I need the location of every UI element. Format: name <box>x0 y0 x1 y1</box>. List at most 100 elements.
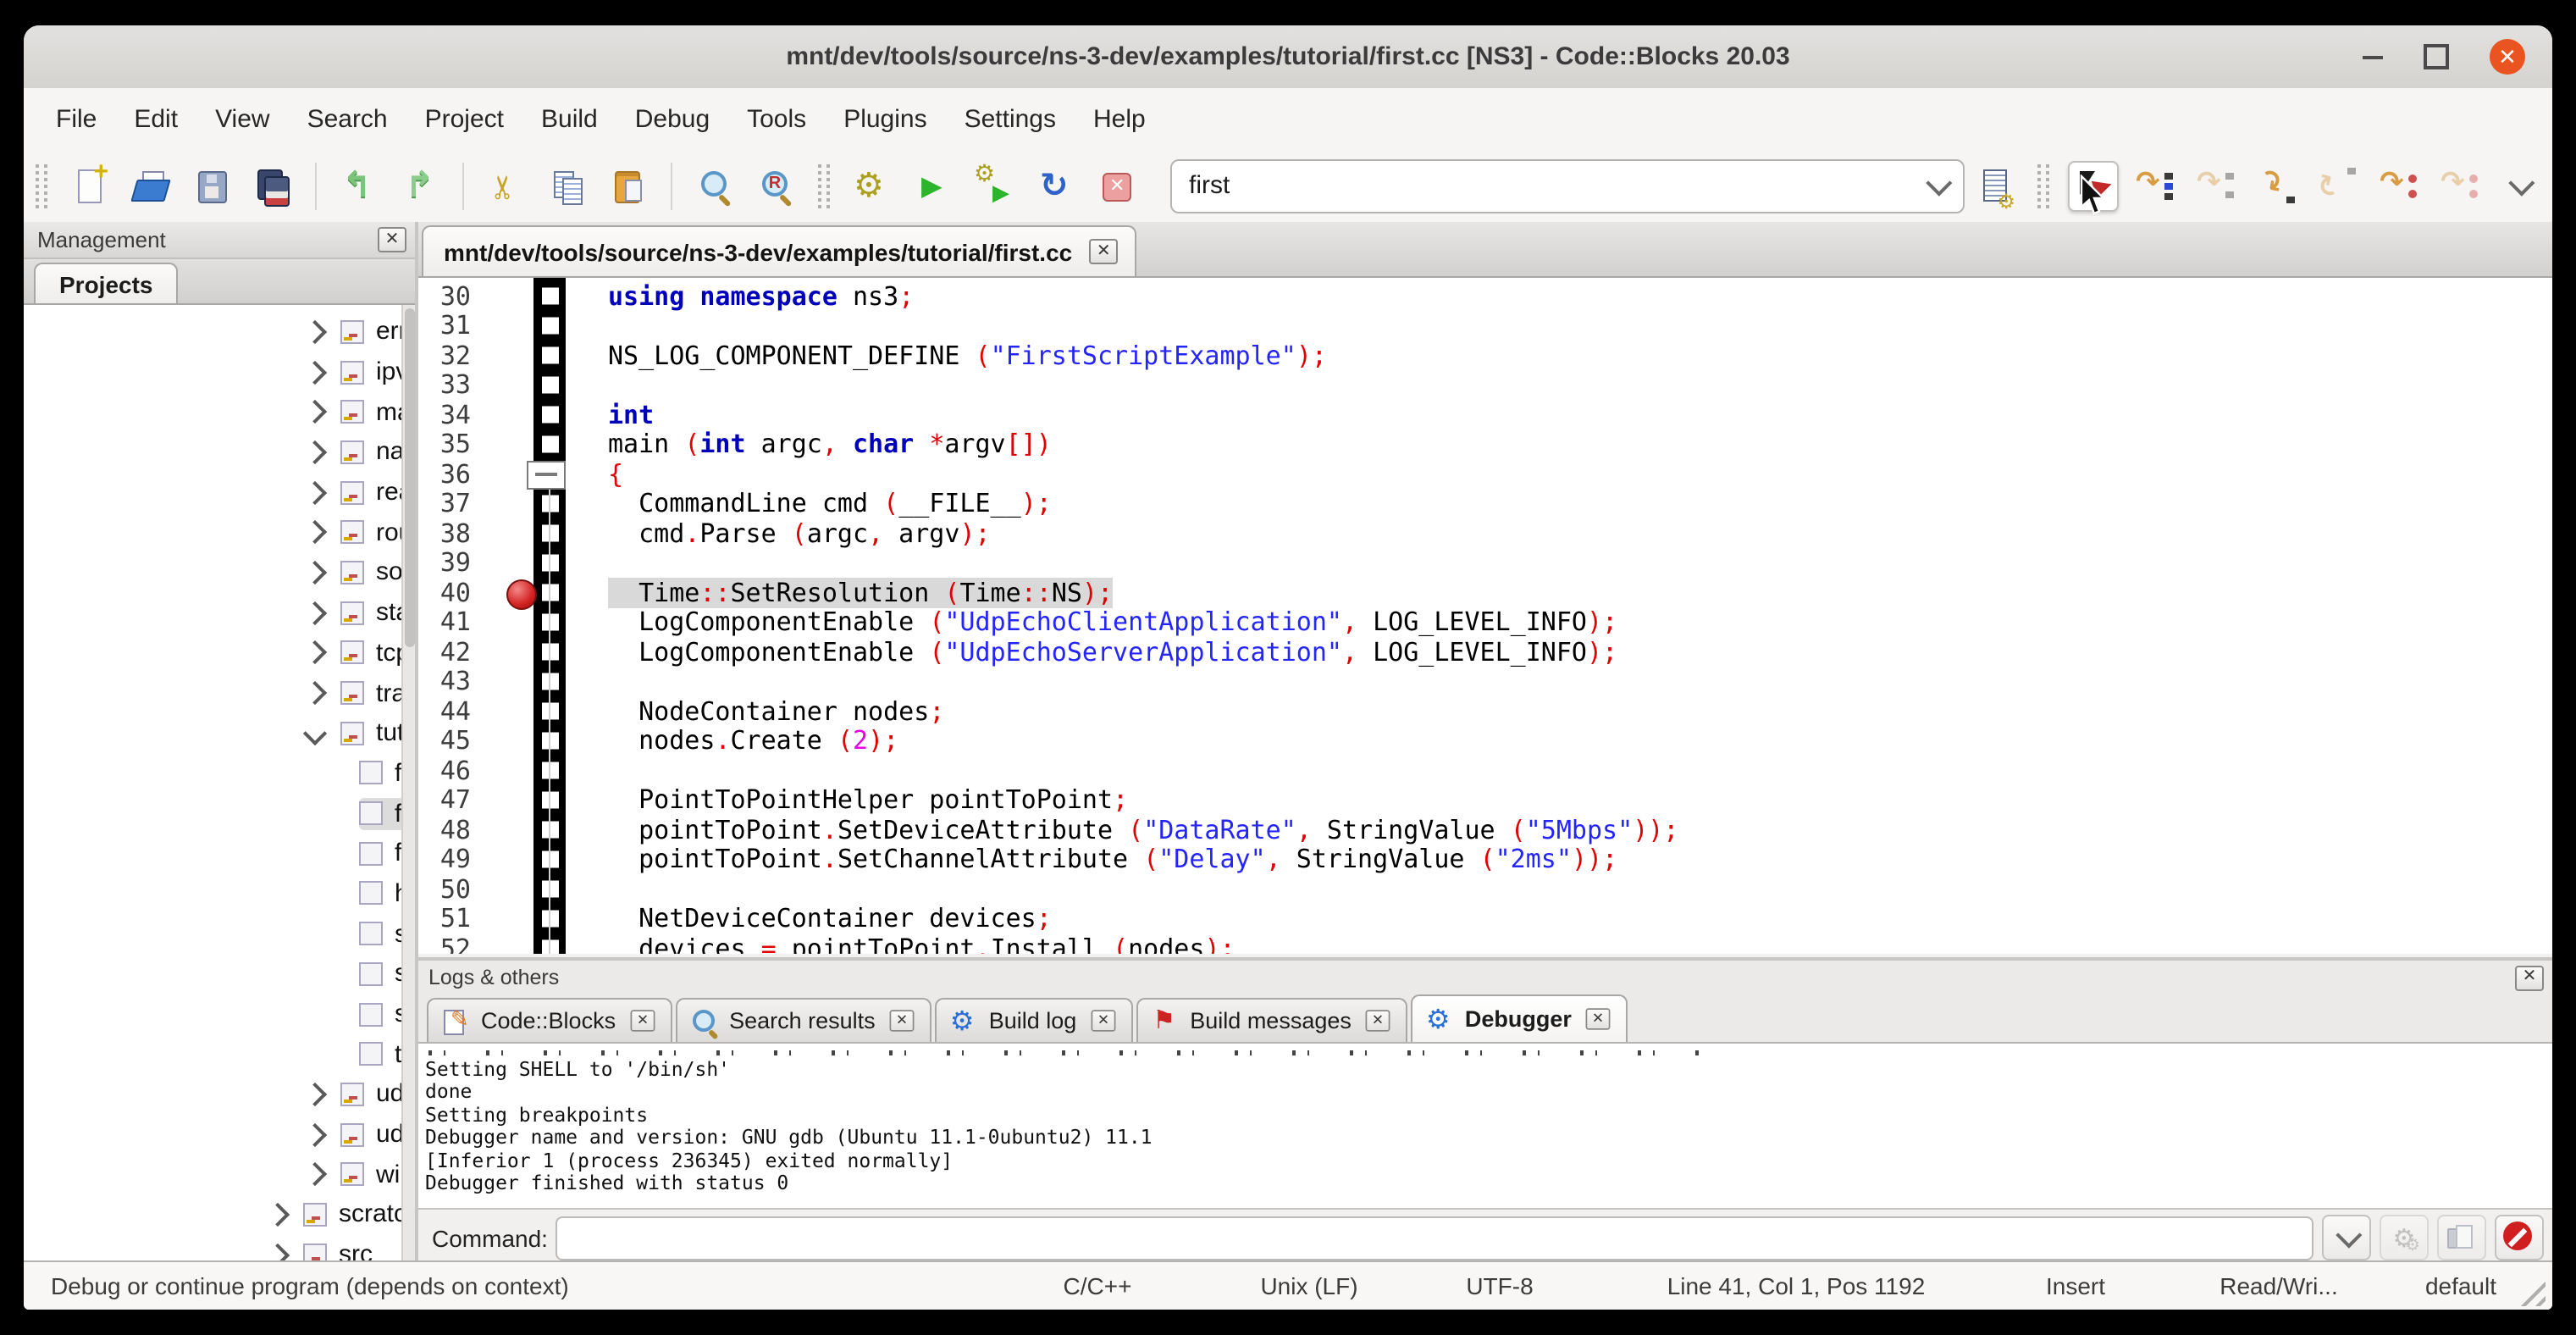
tree-item-scratch[interactable]: scratch <box>24 1194 403 1234</box>
tree-scrollbar[interactable] <box>401 305 415 1262</box>
close-icon[interactable]: ✕ <box>378 227 406 252</box>
command-history-button[interactable] <box>2322 1215 2371 1260</box>
code-line-51[interactable]: 51 NetDeviceContainer devices; <box>418 904 2552 933</box>
code-line-33[interactable]: 33 <box>418 370 2552 400</box>
chevron-down-icon[interactable] <box>1926 170 1952 197</box>
debug-settings-button[interactable] <box>2380 1215 2429 1260</box>
chevron-right-icon[interactable] <box>266 1243 290 1262</box>
run-to-cursor-button[interactable] <box>2132 162 2180 209</box>
menu-item-help[interactable]: Help <box>1075 94 1164 143</box>
log-tab-build-messages[interactable]: Build messages✕ <box>1136 998 1407 1042</box>
copy-button[interactable] <box>544 162 591 209</box>
menu-item-edit[interactable]: Edit <box>115 94 196 143</box>
code-view[interactable]: 30using namespace ns3;3132NS_LOG_COMPONE… <box>418 278 2552 954</box>
abort-build-button[interactable] <box>1092 162 1140 209</box>
toolbar-overflow-chevron-icon[interactable] <box>2508 170 2535 197</box>
code-line-44[interactable]: 44 NodeContainer nodes; <box>418 696 2552 726</box>
menu-item-tools[interactable]: Tools <box>728 94 825 143</box>
toolbar-grip[interactable] <box>818 163 830 208</box>
close-icon[interactable]: ✕ <box>1585 1008 1610 1030</box>
chevron-right-icon[interactable] <box>266 1203 290 1227</box>
tree-item-ipv6[interactable]: ipv6 <box>24 352 403 391</box>
log-tab-search-results[interactable]: Search results✕ <box>675 998 931 1042</box>
breakpoint-margin[interactable] <box>471 667 566 696</box>
tree-item-udp[interactable]: udp <box>24 1074 403 1114</box>
code-line-37[interactable]: 37 CommandLine cmd (__FILE__); <box>418 489 2552 518</box>
chevron-right-icon[interactable] <box>303 681 327 705</box>
tab-projects[interactable]: Projects <box>34 263 179 303</box>
code-line-42[interactable]: 42 LogComponentEnable ("UdpEchoServerApp… <box>418 637 2552 667</box>
breakpoint-icon[interactable] <box>506 579 537 609</box>
tree-item-se[interactable]: se <box>24 954 403 994</box>
chevron-right-icon[interactable] <box>303 561 327 584</box>
replace-button[interactable] <box>752 162 799 209</box>
code-line-47[interactable]: 47 PointToPointHelper pointToPoint; <box>418 785 2552 815</box>
next-instruction-button[interactable] <box>2376 162 2424 209</box>
breakpoint-margin[interactable] <box>471 578 566 607</box>
breakpoint-margin[interactable] <box>471 726 566 756</box>
log-tab-build-log[interactable]: Build log✕ <box>935 998 1133 1042</box>
breakpoint-margin[interactable] <box>471 785 566 815</box>
breakpoint-margin[interactable] <box>471 696 566 726</box>
code-line-45[interactable]: 45 nodes.Create (2); <box>418 726 2552 756</box>
command-input[interactable] <box>556 1216 2313 1260</box>
code-line-48[interactable]: 48 pointToPoint.SetDeviceAttribute ("Dat… <box>418 815 2552 845</box>
save-all-button[interactable] <box>249 162 296 209</box>
compiler-options-button[interactable] <box>1971 162 2019 209</box>
tree-item-nam[interactable]: nam <box>24 432 403 472</box>
code-line-38[interactable]: 38 cmd.Parse (argc, argv); <box>418 518 2552 548</box>
breakpoint-margin[interactable] <box>471 281 566 311</box>
debugger-output[interactable]: Setting SHELL to '/bin/sh'doneSetting br… <box>418 1055 2552 1208</box>
log-tab-code-blocks[interactable]: Code::Blocks✕ <box>427 998 672 1042</box>
chevron-right-icon[interactable] <box>303 641 327 665</box>
stop-debugger-button[interactable] <box>2495 1215 2544 1260</box>
build-and-run-button[interactable] <box>970 162 1018 209</box>
chevron-right-icon[interactable] <box>303 1122 327 1146</box>
tree-item-six[interactable]: six <box>24 994 403 1033</box>
tree-item-th[interactable]: th <box>24 1034 403 1074</box>
tree-item-tuto[interactable]: tuto <box>24 713 403 753</box>
code-line-50[interactable]: 50 <box>418 874 2552 904</box>
breakpoint-margin[interactable] <box>471 637 566 667</box>
code-line-36[interactable]: 36{ <box>418 459 2552 489</box>
code-line-32[interactable]: 32NS_LOG_COMPONENT_DEFINE ("FirstScriptE… <box>418 341 2552 370</box>
code-line-34[interactable]: 34int <box>418 400 2552 429</box>
run-button[interactable] <box>909 162 957 209</box>
build-target-combobox[interactable] <box>1170 158 1965 213</box>
menu-item-project[interactable]: Project <box>406 94 522 143</box>
code-line-46[interactable]: 46 <box>418 756 2552 785</box>
chevron-right-icon[interactable] <box>303 320 327 344</box>
breakpoint-margin[interactable] <box>471 548 566 578</box>
breakpoint-margin[interactable] <box>471 933 566 954</box>
code-line-40[interactable]: 40 Time::SetResolution (Time::NS); <box>418 578 2552 607</box>
breakpoint-margin[interactable] <box>471 518 566 548</box>
code-line-31[interactable]: 31 <box>418 311 2552 341</box>
code-line-35[interactable]: 35main (int argc, char *argv[]) <box>418 429 2552 459</box>
breakpoint-margin[interactable] <box>471 815 566 845</box>
tree-item-sock[interactable]: sock <box>24 552 403 592</box>
breakpoint-margin[interactable] <box>471 370 566 400</box>
fold-marker-icon[interactable] <box>527 461 566 490</box>
menu-item-build[interactable]: Build <box>522 94 616 143</box>
close-icon[interactable]: ✕ <box>889 1010 914 1032</box>
close-icon[interactable]: ✕ <box>1091 1010 1115 1032</box>
tree-item-he[interactable]: he <box>24 873 403 913</box>
tree-item-erro[interactable]: erro <box>24 312 403 352</box>
chevron-right-icon[interactable] <box>303 601 327 624</box>
tree-item-udp-[interactable]: udp- <box>24 1115 403 1155</box>
close-icon[interactable]: ✕ <box>1365 1010 1390 1032</box>
breakpoint-margin[interactable] <box>471 341 566 370</box>
step-out-button[interactable] <box>2315 162 2363 209</box>
tree-item-fir[interactable]: fir <box>24 794 403 834</box>
resize-grip-icon[interactable] <box>2512 1272 2546 1306</box>
breakpoint-margin[interactable] <box>471 429 566 459</box>
chevron-right-icon[interactable] <box>303 1083 327 1106</box>
redo-button[interactable] <box>396 162 444 209</box>
chevron-right-icon[interactable] <box>303 400 327 424</box>
tree-item-rout[interactable]: rout <box>24 512 403 552</box>
menu-item-settings[interactable]: Settings <box>946 94 1075 143</box>
breakpoint-margin[interactable] <box>471 756 566 785</box>
open-file-button[interactable] <box>127 162 174 209</box>
breakpoint-margin[interactable] <box>471 311 566 341</box>
breakpoint-margin[interactable] <box>471 400 566 429</box>
